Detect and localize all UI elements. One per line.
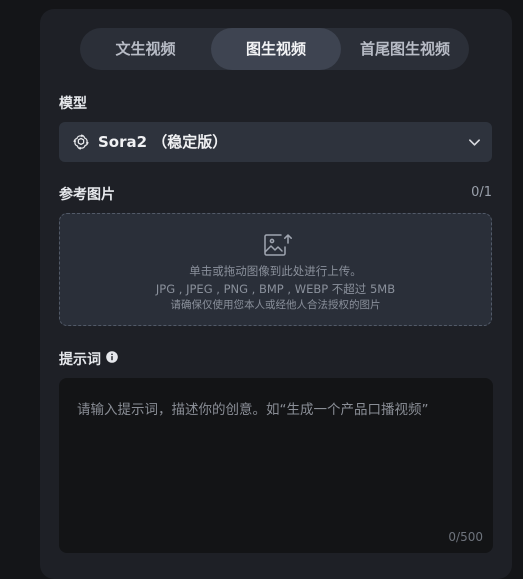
info-icon[interactable] <box>106 351 118 363</box>
model-label: 模型 <box>59 96 87 112</box>
tab-first-last-frame-video[interactable]: 首尾图生视频 <box>341 28 469 70</box>
upload-authorization-notice: 请确保仅使用您本人或经他人合法授权的图片 <box>170 299 381 311</box>
openai-logo-icon <box>73 134 89 150</box>
prompt-char-counter: 0/500 <box>448 530 483 544</box>
video-generation-panel: 文生视频 图生视频 首尾图生视频 模型 Sora2 （稳定版） 参考图片 0/1 <box>40 9 512 579</box>
prompt-box: 0/500 <box>59 378 493 553</box>
tab-text-to-video[interactable]: 文生视频 <box>80 28 211 70</box>
model-select-value: Sora2 （稳定版） <box>98 133 228 151</box>
upload-instruction: 单击或拖动图像到此处进行上传。 <box>189 264 362 278</box>
prompt-input[interactable] <box>59 378 493 553</box>
chevron-down-icon <box>469 139 480 146</box>
reference-image-label: 参考图片 <box>59 187 115 203</box>
upload-format-limits: JPG , JPEG , PNG , BMP , WEBP 不超过 5MB <box>155 282 396 296</box>
tab-image-to-video[interactable]: 图生视频 <box>211 28 341 70</box>
prompt-label: 提示词 <box>59 352 101 368</box>
image-upload-dropzone[interactable]: 单击或拖动图像到此处进行上传。 JPG , JPEG , PNG , BMP ,… <box>59 213 492 326</box>
model-select[interactable]: Sora2 （稳定版） <box>59 122 492 162</box>
image-upload-icon <box>264 234 292 256</box>
reference-image-count: 0/1 <box>471 185 492 200</box>
mode-tabs: 文生视频 图生视频 首尾图生视频 <box>80 28 469 70</box>
